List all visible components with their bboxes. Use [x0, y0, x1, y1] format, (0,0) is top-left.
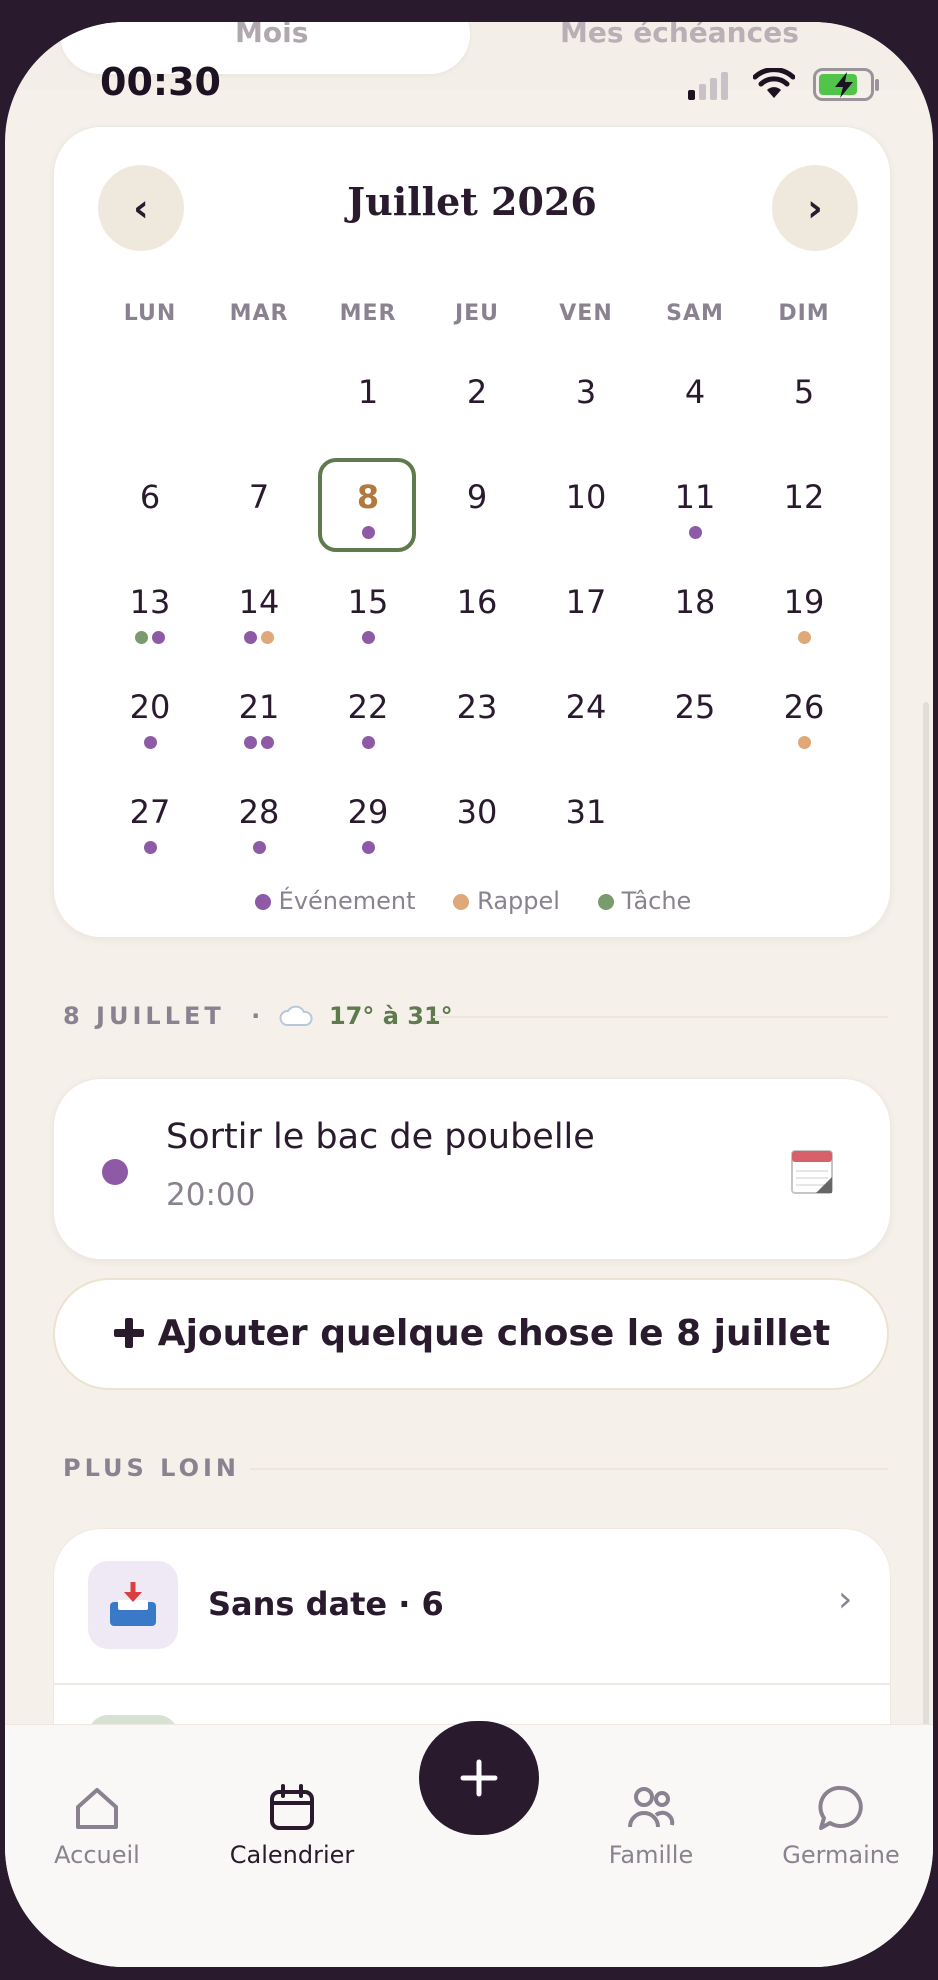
day-cell[interactable]: 17 [532, 567, 640, 667]
later-section-header: PLUS LOIN [63, 1454, 241, 1482]
plus-icon [460, 1759, 498, 1797]
day-cell[interactable]: 11 [641, 462, 749, 562]
status-time: 00:30 [100, 60, 221, 104]
month-title: Juillet 2026 [347, 179, 597, 224]
weekday-sam: SAM [666, 301, 724, 326]
day-cell[interactable]: 18 [641, 567, 749, 667]
event-title: Sortir le bac de poubelle [166, 1117, 595, 1157]
segment-mois-label: Mois [235, 22, 309, 49]
day-cell[interactable]: 19 [750, 567, 858, 667]
day-cell[interactable]: 29 [314, 777, 422, 877]
event-dot [102, 1159, 128, 1185]
battery-icon [813, 68, 879, 101]
day-cell-selected[interactable]: 8 [314, 458, 422, 562]
plus-icon [113, 1318, 144, 1348]
signal-icon [688, 72, 728, 100]
calendar-legend: Événement Rappel Tâche [54, 887, 890, 915]
legend-reminder: Rappel [451, 887, 560, 915]
day-section-header: 8 JUILLET · 17° à 31° [63, 1002, 453, 1030]
day-cell[interactable]: 3 [532, 357, 640, 457]
chevron-right-icon: › [807, 186, 823, 230]
weekday-mer: MER [339, 301, 397, 326]
home-icon [76, 1788, 118, 1829]
calendar-sticker-icon [791, 1150, 833, 1194]
weekday-lun: LUN [123, 301, 177, 326]
segment-echeances-label[interactable]: Mes échéances [560, 22, 799, 49]
list-item-label: Sans date · 6 [208, 1585, 444, 1623]
tab-famille[interactable]: Famille [561, 1783, 741, 1869]
day-cell[interactable]: 15 [314, 567, 422, 667]
divider [250, 1468, 888, 1470]
next-month-button[interactable]: › [772, 165, 858, 251]
tab-germaine[interactable]: Germaine [751, 1783, 931, 1869]
day-cell[interactable]: 23 [423, 672, 531, 772]
day-cell[interactable]: 14 [205, 567, 313, 667]
day-cell[interactable]: 10 [532, 462, 640, 562]
day-cell[interactable]: 22 [314, 672, 422, 772]
calendar-card: ‹ Juillet 2026 › LUN MAR MER JEU VEN SAM… [53, 126, 891, 938]
legend-event: Événement [253, 887, 416, 915]
day-cell[interactable]: 20 [96, 672, 204, 772]
event-card[interactable]: Sortir le bac de poubelle 20:00 [53, 1078, 891, 1260]
day-cell[interactable]: 9 [423, 462, 531, 562]
status-bar: 00:30 [5, 60, 933, 120]
weekday-jeu: JEU [454, 301, 500, 326]
day-cell[interactable]: 1 [314, 357, 422, 457]
weekday-ven: VEN [559, 301, 613, 326]
divider [433, 1016, 888, 1018]
chevron-right-icon: › [838, 1579, 853, 1620]
list-item[interactable]: Sans date · 6 › [54, 1529, 890, 1685]
day-cell[interactable]: 21 [205, 672, 313, 772]
inbox-tray-icon [88, 1561, 178, 1649]
day-cell[interactable]: 27 [96, 777, 204, 877]
day-cell[interactable]: 24 [532, 672, 640, 772]
add-fab-button[interactable] [419, 1721, 539, 1835]
day-cell[interactable]: 5 [750, 357, 858, 457]
weekday-mar: MAR [229, 301, 289, 326]
wifi-icon [753, 68, 795, 98]
day-cell[interactable]: 30 [423, 777, 531, 877]
device-frame: Mois Mes échéances 00:30 ‹ Juillet 2026 … [0, 0, 938, 1980]
day-cell[interactable]: 25 [641, 672, 749, 772]
tab-accueil[interactable]: Accueil [7, 1783, 187, 1869]
day-cell[interactable]: 26 [750, 672, 858, 772]
scrollbar[interactable] [923, 702, 929, 1842]
day-cell[interactable]: 4 [641, 357, 749, 457]
legend-task: Tâche [596, 887, 691, 915]
add-item-button[interactable]: Ajouter quelque chose le 8 juillet [53, 1278, 889, 1390]
day-cell[interactable]: 13 [96, 567, 204, 667]
day-cell[interactable]: 28 [205, 777, 313, 877]
add-item-label: Ajouter quelque chose le 8 juillet [157, 1313, 831, 1354]
day-cell[interactable]: 16 [423, 567, 531, 667]
calendar-icon [270, 1784, 314, 1830]
app-screen: Mois Mes échéances 00:30 ‹ Juillet 2026 … [5, 22, 933, 1967]
day-cell[interactable]: 31 [532, 777, 640, 877]
family-icon [628, 1787, 675, 1828]
event-time: 20:00 [166, 1177, 256, 1213]
tab-calendrier[interactable]: Calendrier [202, 1783, 382, 1869]
day-cell[interactable]: 12 [750, 462, 858, 562]
cloud-icon [279, 1005, 313, 1026]
chat-bubble-icon [818, 1785, 863, 1830]
day-cell[interactable]: 6 [96, 462, 204, 562]
day-cell[interactable]: 2 [423, 357, 531, 457]
day-cell[interactable]: 7 [205, 462, 313, 562]
weekday-dim: DIM [778, 301, 830, 326]
